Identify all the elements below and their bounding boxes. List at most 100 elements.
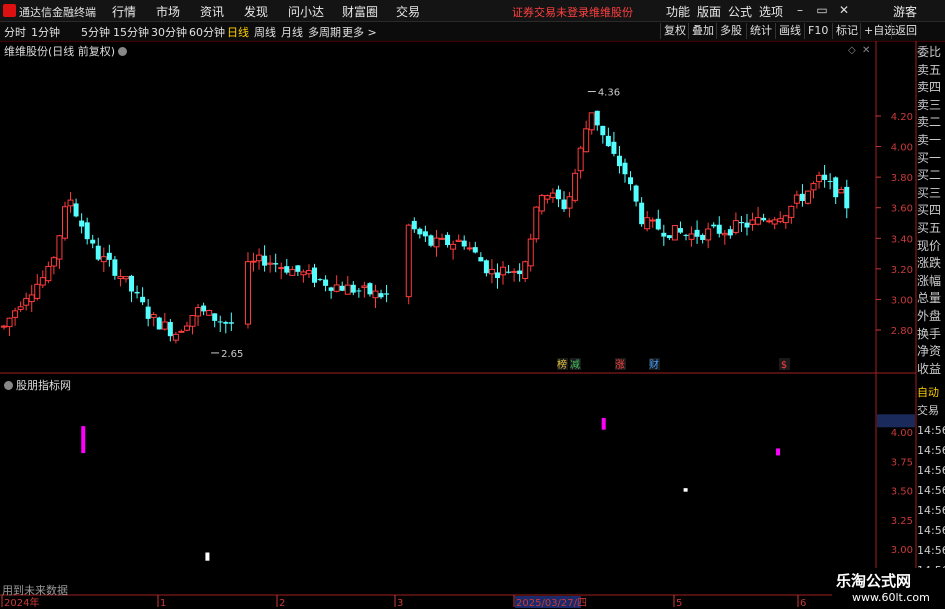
- candle: [361, 281, 368, 298]
- candle: [755, 206, 762, 226]
- tool-biaoji[interactable]: 标记: [832, 23, 861, 39]
- candle: [17, 301, 24, 312]
- menu-zixun[interactable]: 资讯: [200, 3, 224, 20]
- quote-row-label: 买三: [917, 185, 942, 200]
- low-label: 2.65: [221, 349, 243, 360]
- close-icon[interactable]: ✕: [836, 2, 852, 18]
- candle: [300, 269, 307, 283]
- tool-tongji[interactable]: 统计: [746, 23, 775, 39]
- tool-fuquan[interactable]: 复权: [660, 23, 689, 39]
- sub-y-tick-label: 3.00: [891, 545, 913, 556]
- menu-gongshi[interactable]: 公式: [728, 3, 752, 20]
- candle: [262, 245, 268, 272]
- tick-time[interactable]: 14:56: [917, 481, 945, 500]
- candle-body-up: [61, 206, 68, 239]
- tool-huaxian[interactable]: 画线: [775, 23, 804, 39]
- candle-body-up: [749, 219, 756, 225]
- candle: [616, 146, 622, 174]
- tick-time[interactable]: 14:56: [917, 441, 945, 460]
- indicator-settings-icon[interactable]: [4, 381, 13, 390]
- quote-row-label: 卖三: [917, 97, 942, 112]
- menu-xuanxiang[interactable]: 选项: [759, 3, 783, 20]
- trade-tab[interactable]: 交易: [917, 401, 945, 420]
- close-pane-icon[interactable]: ✕: [862, 45, 870, 56]
- tick-time[interactable]: 14:56: [917, 461, 945, 480]
- tick-time[interactable]: 14:56: [917, 421, 945, 440]
- diamond-icon[interactable]: ◇: [848, 45, 856, 56]
- period-5min[interactable]: 5分钟: [81, 24, 110, 40]
- candle-body-up: [439, 237, 446, 240]
- sub-y-tick-label: 3.75: [891, 457, 913, 468]
- y-tick-label: 3.40: [891, 234, 913, 245]
- menu-banmian[interactable]: 版面: [697, 3, 721, 20]
- candle: [228, 312, 234, 331]
- candle-body-up: [721, 232, 728, 236]
- watermark-title: 乐淘公式网: [836, 572, 912, 590]
- candle-body-up: [183, 325, 190, 331]
- candle: [816, 171, 823, 189]
- menu-hangqing[interactable]: 行情: [112, 3, 136, 20]
- app-title: 通达信金融终端: [19, 6, 96, 19]
- candle: [201, 302, 207, 316]
- tick-time[interactable]: 14:56: [917, 501, 945, 520]
- period-more[interactable]: 更多 >: [342, 24, 377, 40]
- period-1min[interactable]: 1分钟: [31, 24, 60, 40]
- candle-body-down: [367, 283, 373, 295]
- signal-bar-white: [683, 488, 688, 492]
- candle-body-down: [655, 218, 661, 230]
- tool-duogu[interactable]: 多股: [716, 23, 745, 39]
- candle-body-down: [284, 266, 290, 273]
- menu-faxian[interactable]: 发现: [244, 3, 268, 20]
- candle-body-down: [411, 220, 417, 230]
- period-multi[interactable]: 多周期: [308, 24, 341, 40]
- auto-trade-tab[interactable]: 自动: [917, 383, 945, 402]
- minimize-icon[interactable]: –: [792, 2, 808, 18]
- quote-row-label: 换手: [917, 326, 942, 341]
- menu-wenxiaoda[interactable]: 问小达: [288, 3, 324, 20]
- period-60min[interactable]: 60分钟: [189, 24, 225, 40]
- candle-body-down: [356, 290, 362, 292]
- menu-jiaoyi[interactable]: 交易: [396, 3, 420, 20]
- period-daily[interactable]: 日线: [227, 24, 249, 40]
- period-30min[interactable]: 30分钟: [151, 24, 187, 40]
- candle: [732, 212, 739, 235]
- period-fenshi[interactable]: 分时: [4, 24, 26, 40]
- settings-dot-icon[interactable]: [118, 47, 128, 56]
- signal-bar-white: [205, 552, 210, 561]
- menu-shichang[interactable]: 市场: [156, 3, 180, 20]
- candle-body-up: [23, 298, 30, 306]
- candle-body-up: [172, 333, 179, 341]
- period-weekly[interactable]: 周线: [254, 24, 276, 40]
- tool-f10[interactable]: F10: [804, 23, 831, 39]
- menu-caifuquan[interactable]: 财富圈: [342, 3, 378, 20]
- candle-body-up: [244, 261, 251, 325]
- candle: [517, 263, 523, 282]
- candle: [405, 223, 412, 305]
- candle: [417, 227, 423, 239]
- period-monthly[interactable]: 月线: [281, 24, 303, 40]
- tool-back[interactable]: 返回: [891, 23, 920, 39]
- menu-gongneng[interactable]: 功能: [666, 3, 690, 20]
- period-15min[interactable]: 15分钟: [113, 24, 149, 40]
- candle: [588, 112, 595, 135]
- tool-diejia[interactable]: 叠加: [688, 23, 717, 39]
- candle-body-down: [323, 279, 329, 286]
- login-notice[interactable]: 证券交易未登录: [512, 4, 589, 20]
- tick-time[interactable]: 14:56: [917, 521, 945, 540]
- x-tick-label: 1: [160, 598, 166, 609]
- candle-body-down: [90, 239, 96, 244]
- restore-icon[interactable]: ▭: [814, 2, 830, 18]
- tick-time[interactable]: 14:56: [917, 541, 945, 560]
- candle: [73, 198, 79, 218]
- candle: [838, 186, 845, 194]
- candle: [206, 309, 213, 316]
- quote-row-label: 买五: [917, 221, 942, 235]
- guest-label[interactable]: 游客: [893, 3, 917, 20]
- kline-chart[interactable]: 4.204.003.803.603.403.203.002.80 4.104.0…: [0, 41, 945, 609]
- candle-body-down: [112, 259, 118, 276]
- candle-body-up: [572, 172, 579, 201]
- event-badge: 财: [649, 358, 659, 371]
- candle: [683, 233, 689, 241]
- stock-notice[interactable]: 维维股份: [589, 4, 633, 20]
- candle: [688, 226, 695, 247]
